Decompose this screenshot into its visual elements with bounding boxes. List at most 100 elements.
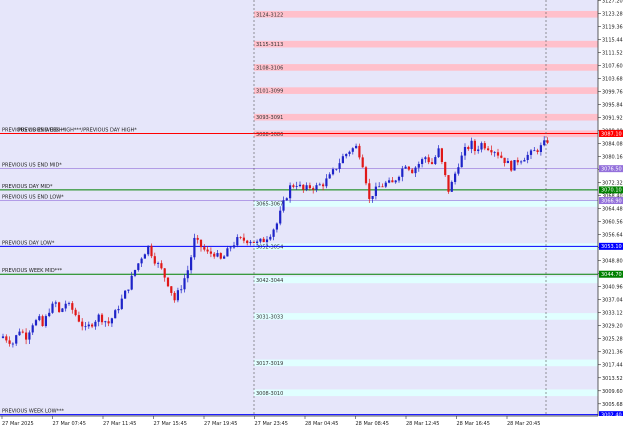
level-label-3: PREVIOUS US END LOW* (2, 195, 64, 201)
price-tick-label: 3107.60 (602, 63, 623, 69)
candle-body (450, 181, 453, 192)
price-tick-label: 3060.56 (602, 220, 623, 226)
price-tick-label: 3033.12 (602, 311, 623, 317)
candle-body (487, 148, 490, 151)
zone-3 (254, 87, 598, 94)
candle-body (51, 303, 54, 313)
candle-body (265, 239, 269, 243)
candle-body (176, 290, 179, 301)
level-label-6: PREVIOUS WEEK LOW*** (2, 409, 65, 415)
candle-body (67, 303, 71, 304)
price-tick-label: 3009.60 (602, 389, 623, 395)
candle-body (186, 270, 189, 279)
zone-label-0: 3124-3122 (256, 12, 283, 18)
candle-body (477, 149, 480, 152)
candle-body (18, 331, 21, 336)
zone-label-5: 3088-3086 (256, 132, 283, 138)
time-tick-label: 28 Mar 12:45 (406, 421, 439, 427)
price-axis[interactable]: 3127.20 3123.28 3119.36 3115.44 3111.52 3107.… (597, 0, 625, 429)
candle-body (543, 140, 546, 146)
time-tick-label: 27 Mar 07:45 (53, 421, 86, 427)
level-price-tag-text-1: 3076.50 (601, 166, 622, 172)
candle-body (94, 321, 97, 327)
time-tick-label: 27 Mar 11:45 (103, 421, 136, 427)
candle-body (341, 156, 344, 164)
price-tick-label: 3013.52 (602, 376, 623, 382)
price-tick-label: 3025.28 (602, 337, 623, 343)
candle-body (223, 256, 226, 259)
candle-body (166, 277, 170, 287)
candle-body (31, 325, 34, 333)
candle-body (199, 239, 203, 248)
candle-body (470, 140, 473, 150)
candle-body (503, 157, 506, 164)
candle-body (315, 185, 318, 190)
candle-body (232, 245, 236, 248)
candle-body (388, 180, 391, 183)
candle-body (467, 146, 470, 150)
candle-body (259, 238, 262, 242)
candle-body (325, 178, 328, 187)
price-tick-label: 3111.52 (602, 50, 623, 56)
candle-body (130, 275, 133, 290)
time-tick-label: 27 Mar 23:45 (255, 421, 288, 427)
candle-body (536, 150, 539, 152)
candle-body (193, 237, 196, 258)
candle-body (107, 321, 110, 324)
level-price-tag-text-5: 3044.70 (601, 272, 622, 278)
price-tick-label: 3029.20 (602, 324, 623, 330)
candle-body (447, 175, 450, 192)
price-tick-label: 3103.68 (602, 76, 623, 82)
price-tick-label: 3064.48 (602, 207, 623, 213)
price-tick-label: 3123.28 (602, 11, 623, 17)
candle-body (256, 241, 259, 243)
candle-body (160, 263, 163, 269)
time-tick-label: 28 Mar 16:45 (457, 421, 490, 427)
candle-body (216, 253, 219, 257)
candle-body (335, 168, 338, 170)
candle-body (269, 236, 272, 240)
candle-body (361, 157, 364, 168)
time-axis[interactable]: 27 Mar 2025 27 Mar 07:45 27 Mar 11:45 27 Ma… (0, 415, 625, 429)
candle-body (440, 148, 443, 163)
candle-body (196, 237, 199, 240)
level-label-0: PREVIOUS WEEK HIGH***/PREVIOUS DAY HIGH* (18, 127, 137, 133)
candle-body (500, 155, 503, 158)
candle-body (424, 157, 427, 160)
candle-body (117, 308, 120, 311)
candle-body (384, 182, 387, 187)
candle-body (84, 326, 87, 328)
candle-body (378, 186, 381, 188)
candle-body (170, 286, 173, 293)
zone-label-10: 3017-3019 (256, 361, 283, 367)
candle-body (401, 168, 404, 177)
candle-body (427, 157, 430, 163)
candle-body (348, 151, 351, 154)
candle-body (371, 195, 374, 199)
candle-body (328, 174, 331, 179)
candle-body (345, 153, 348, 157)
candle-body (74, 309, 77, 316)
candle-body (529, 150, 533, 155)
candle-body (91, 324, 94, 327)
time-tick-label: 27 Mar 15:45 (154, 421, 187, 427)
zone-0 (254, 10, 598, 18)
time-tick-label: 28 Mar 20:45 (507, 421, 540, 427)
candle-body (81, 321, 84, 327)
candle-body (523, 160, 526, 162)
candle-body (374, 186, 377, 196)
candle-body (417, 163, 420, 168)
candle-body (183, 278, 186, 290)
candle-body (414, 167, 417, 174)
candle-body (15, 335, 18, 344)
price-tick-label: 3072.32 (602, 181, 623, 187)
candle-body (308, 185, 311, 189)
candle-body (506, 160, 509, 164)
candle-body (510, 160, 513, 171)
time-tick-label: 27 Mar 2025 (2, 421, 34, 427)
price-tick-label: 3091.92 (602, 115, 623, 121)
candle-body (133, 269, 137, 276)
candlestick-chart[interactable]: 3124-3122 3115-3113 3108-3106 3101-3099 3093… (0, 0, 625, 429)
candle-body (358, 145, 361, 158)
candle-body (239, 237, 242, 238)
